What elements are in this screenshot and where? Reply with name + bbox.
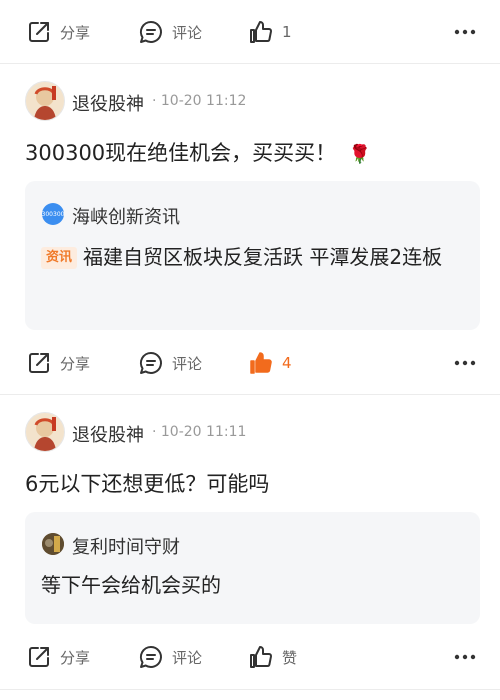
like-button-active[interactable]: 4 bbox=[248, 343, 292, 383]
post-text-content: 300300现在绝佳机会，买买买！ bbox=[25, 141, 337, 165]
share-button[interactable]: 分享 bbox=[26, 343, 90, 383]
post-actions: 分享 评论 4 bbox=[0, 343, 500, 383]
comment-button[interactable]: 评论 bbox=[138, 343, 202, 383]
avatar[interactable] bbox=[25, 81, 65, 121]
source-avatar bbox=[42, 533, 64, 555]
more-icon bbox=[454, 360, 476, 366]
author-name[interactable]: 退役股神 bbox=[72, 90, 144, 116]
thumbs-up-filled-icon bbox=[248, 350, 274, 376]
thumbs-up-icon bbox=[248, 19, 274, 45]
quoted-post[interactable]: 300300 海峡创新资讯 资讯 福建自贸区板块反复活跃 平潭发展2连板 bbox=[25, 181, 480, 330]
share-icon bbox=[26, 19, 52, 45]
comment-label: 评论 bbox=[172, 648, 203, 667]
post-actions: 分享 评论 赞 bbox=[0, 637, 500, 677]
comment-button[interactable]: 评论 bbox=[138, 637, 202, 677]
like-count: 1 bbox=[282, 23, 292, 41]
quote-text-content: 福建自贸区板块反复活跃 平潭发展2连板 bbox=[83, 245, 443, 269]
like-label: 赞 bbox=[282, 648, 298, 667]
share-icon bbox=[26, 644, 52, 670]
comment-icon bbox=[138, 19, 164, 45]
comment-label: 评论 bbox=[172, 354, 203, 373]
news-tag: 资讯 bbox=[41, 247, 78, 269]
comment-icon bbox=[138, 644, 164, 670]
post-actions: 分享 评论 1 bbox=[0, 12, 500, 52]
divider bbox=[0, 394, 500, 395]
like-count: 4 bbox=[282, 354, 292, 372]
divider bbox=[0, 689, 500, 690]
share-label: 分享 bbox=[60, 354, 91, 373]
author-name[interactable]: 退役股神 bbox=[72, 421, 144, 447]
like-button[interactable]: 赞 bbox=[248, 637, 297, 677]
more-icon bbox=[454, 654, 476, 660]
post-timestamp: · 10-20 11:11 bbox=[152, 424, 247, 440]
post-text: 6元以下还想更低？可能吗 bbox=[25, 472, 270, 496]
divider bbox=[0, 63, 500, 64]
source-avatar: 300300 bbox=[42, 203, 64, 225]
share-label: 分享 bbox=[60, 23, 91, 42]
more-icon bbox=[454, 29, 476, 35]
thumbs-up-icon bbox=[248, 644, 274, 670]
source-badge: 300300 bbox=[41, 210, 65, 218]
more-button[interactable] bbox=[454, 343, 476, 383]
post-text: 300300现在绝佳机会，买买买！ 🌹 bbox=[25, 137, 371, 167]
rose-emoji: 🌹 bbox=[348, 144, 372, 165]
share-button[interactable]: 分享 bbox=[26, 637, 90, 677]
like-button[interactable]: 1 bbox=[248, 12, 292, 52]
more-button[interactable] bbox=[454, 12, 476, 52]
quote-text: 等下午会给机会买的 bbox=[41, 573, 221, 597]
avatar[interactable] bbox=[25, 412, 65, 452]
comment-button[interactable]: 评论 bbox=[138, 12, 202, 52]
comment-icon bbox=[138, 350, 164, 376]
share-icon bbox=[26, 350, 52, 376]
quoted-post[interactable]: 复利时间守财 等下午会给机会买的 bbox=[25, 512, 480, 624]
quote-source[interactable]: 海峡创新资讯 bbox=[72, 203, 180, 229]
share-button[interactable]: 分享 bbox=[26, 12, 90, 52]
comment-label: 评论 bbox=[172, 23, 203, 42]
share-label: 分享 bbox=[60, 648, 91, 667]
quote-source[interactable]: 复利时间守财 bbox=[72, 533, 180, 559]
more-button[interactable] bbox=[454, 637, 476, 677]
post-timestamp: · 10-20 11:12 bbox=[152, 93, 247, 109]
quote-text: 资讯 福建自贸区板块反复活跃 平潭发展2连板 bbox=[41, 240, 466, 274]
